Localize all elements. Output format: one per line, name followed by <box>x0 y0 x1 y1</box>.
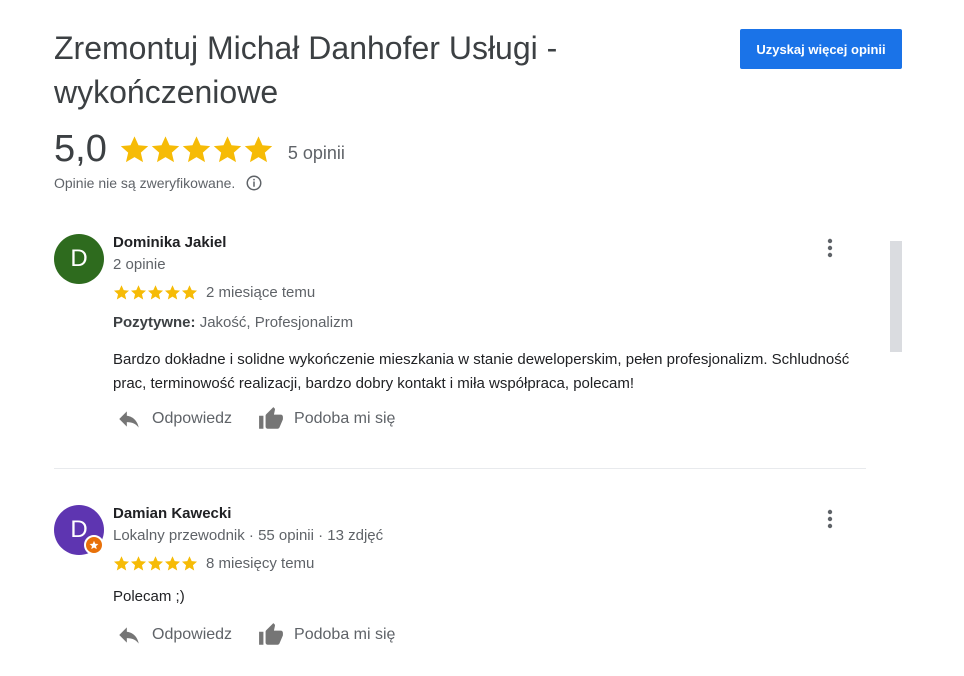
verification-text: Opinie nie są zweryfikowane. <box>54 175 236 191</box>
business-title: Zremontuj Michał Danhofer Usługi - wykoń… <box>54 30 558 110</box>
average-rating: 5,0 <box>54 128 107 170</box>
review-date: 2 miesiące temu <box>206 284 316 301</box>
rating-summary: 5,0 5 opinii <box>54 126 345 172</box>
reply-button[interactable]: Odpowiedz <box>116 622 232 648</box>
star-icon <box>244 135 273 162</box>
more-options-icon[interactable] <box>818 507 842 531</box>
review-date: 8 miesięcy temu <box>206 555 315 572</box>
reply-label: Odpowiedz <box>152 410 233 427</box>
positives-label: Pozytywne: <box>113 314 196 331</box>
reviews-count: 5 opinii <box>287 142 345 163</box>
info-icon[interactable] <box>245 174 263 192</box>
star-icon <box>113 285 130 300</box>
verification-note: Opinie nie są zweryfikowane. <box>54 174 263 192</box>
star-icon <box>213 135 242 162</box>
reply-button[interactable]: Odpowiedz <box>116 406 232 432</box>
review-rating: 8 miesięcy temu <box>113 555 314 572</box>
star-icon <box>120 135 149 162</box>
star-icon <box>89 540 99 550</box>
like-label: Podoba mi się <box>294 410 396 427</box>
positives-value: Jakość, Profesjonalizm <box>199 314 354 331</box>
star-icon <box>164 285 181 300</box>
more-options-icon[interactable] <box>818 236 842 260</box>
review-divider <box>54 468 866 469</box>
star-icon <box>147 556 164 571</box>
star-icon <box>130 556 147 571</box>
thumbs-up-icon <box>259 407 283 429</box>
star-icon <box>130 285 147 300</box>
reviewer-meta: Lokalny przewodnik · 55 opinii · 13 zdję… <box>113 527 384 544</box>
review-positives: Pozytywne: Jakość, Profesjonalizm <box>113 314 353 331</box>
like-button[interactable]: Podoba mi się <box>258 622 395 648</box>
review-actions: Odpowiedz Podoba mi się <box>116 406 395 432</box>
star-icon <box>181 285 198 300</box>
rating-stars <box>119 134 274 165</box>
review-text: Bardzo dokładne i solidne wykończenie mi… <box>113 351 850 392</box>
star-icon <box>147 285 164 300</box>
reply-icon <box>119 627 139 644</box>
scrollbar-thumb[interactable] <box>890 241 902 352</box>
review-actions: Odpowiedz Podoba mi się <box>116 622 395 648</box>
avatar-initial: D <box>70 245 88 272</box>
star-icon <box>151 135 180 162</box>
reply-label: Odpowiedz <box>152 626 233 643</box>
review-text: Polecam ;) <box>113 588 185 605</box>
reviewer-name[interactable]: Dominika Jakiel <box>113 234 226 251</box>
like-label: Podoba mi się <box>294 626 396 643</box>
local-guide-badge-icon <box>84 535 104 555</box>
reply-icon <box>119 411 139 428</box>
star-icon <box>113 556 130 571</box>
get-more-reviews-button[interactable]: Uzyskaj więcej opinii <box>740 29 902 69</box>
review-rating: 2 miesiące temu <box>113 284 315 301</box>
star-icon <box>181 556 198 571</box>
review-stars <box>113 284 198 301</box>
review-stars <box>113 555 198 572</box>
avatar[interactable]: D <box>54 234 104 284</box>
reviewer-name[interactable]: Damian Kawecki <box>113 505 231 522</box>
reviewer-meta: 2 opinie <box>113 256 166 273</box>
thumbs-up-icon <box>259 623 283 645</box>
star-icon <box>164 556 181 571</box>
star-icon <box>182 135 211 162</box>
like-button[interactable]: Podoba mi się <box>258 406 395 432</box>
